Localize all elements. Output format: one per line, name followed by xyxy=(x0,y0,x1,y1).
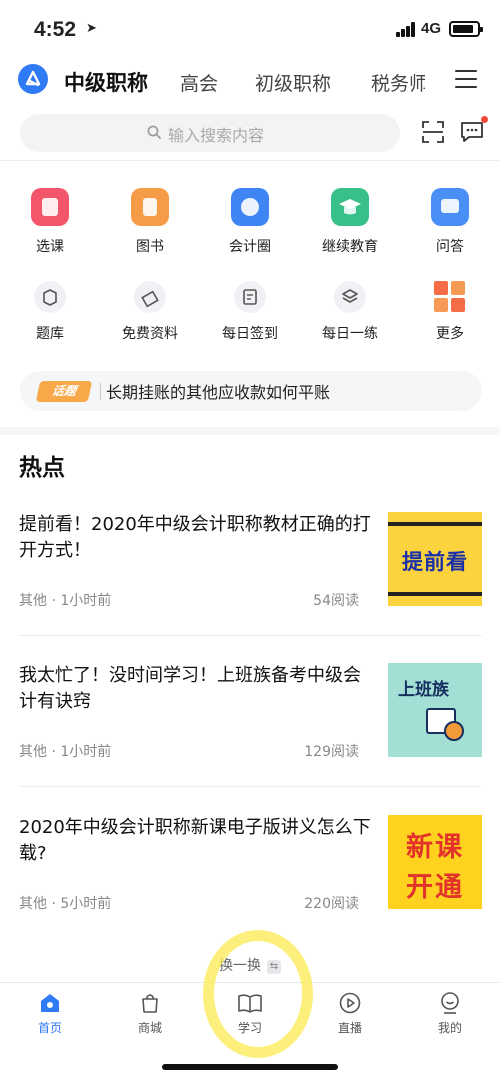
tab-label: 首页 xyxy=(37,1021,62,1035)
category-tab-junior[interactable]: 初级职称 xyxy=(255,69,331,96)
article-reads: 129阅读 xyxy=(304,744,359,760)
graduation-cap-icon xyxy=(331,188,369,226)
thumbnail-text: 开通 xyxy=(406,872,464,903)
home-indicator xyxy=(162,1064,338,1070)
tab-label: 学习 xyxy=(237,1021,262,1035)
app-logo-icon xyxy=(18,64,48,94)
tab-label: 直播 xyxy=(337,1021,362,1035)
question-bank-icon xyxy=(34,281,66,313)
tab-home[interactable]: 首页 xyxy=(0,991,100,1036)
menu-icon[interactable] xyxy=(455,70,479,90)
course-icon xyxy=(31,188,69,226)
grid-label: 每日一练 xyxy=(322,326,378,342)
open-book-icon xyxy=(238,994,262,1013)
network-type: 4G xyxy=(421,20,442,37)
article-title: 提前看！2020年中级会计职称教材正确的打开方式！ xyxy=(19,514,371,561)
thumbnail-text: 上班族 xyxy=(398,680,449,700)
status-time: 4:52 xyxy=(34,18,77,41)
tab-study[interactable]: 学习 xyxy=(200,991,300,1036)
topic-tag: 话题 xyxy=(35,381,93,402)
topic-banner[interactable]: 话题 长期挂账的其他应收款如何平账 xyxy=(20,371,482,411)
category-tab-active[interactable]: 中级职称 xyxy=(64,67,148,97)
article-reads: 54阅读 xyxy=(313,593,359,609)
app-screen: 4:52 ➤ 4G 中级职称 高会 初级职称 税务师 输入搜索内容 选课 图书 … xyxy=(0,0,500,1082)
grid-item-question-bank[interactable]: 题库 xyxy=(0,278,100,343)
grid-label: 更多 xyxy=(436,326,464,342)
grid-label: 每日签到 xyxy=(222,326,278,342)
more-grid-icon xyxy=(434,281,466,313)
grid-item-daily-checkin[interactable]: 每日签到 xyxy=(200,278,300,343)
refresh-label: 换一换 xyxy=(219,958,261,974)
article-item[interactable]: 2020年中级会计职称新课电子版讲义怎么下载? 其他 · 5小时前 220阅读 … xyxy=(0,815,500,965)
grid-item-qa[interactable]: 问答 xyxy=(400,188,500,256)
article-item[interactable]: 我太忙了！没时间学习！上班族备考中级会计有诀窍 其他 · 1小时前 129阅读 … xyxy=(0,663,500,813)
article-thumbnail: 上班族 xyxy=(388,663,482,757)
grid-label: 题库 xyxy=(36,326,64,342)
category-tab-tax[interactable]: 税务师 xyxy=(371,69,425,96)
grid-item-more[interactable]: 更多 xyxy=(400,278,500,343)
article-meta: 其他 · 5小时前 xyxy=(19,896,112,912)
home-icon xyxy=(41,994,59,1012)
section-divider xyxy=(0,427,500,435)
divider xyxy=(19,786,482,787)
grid-label: 图书 xyxy=(136,239,164,255)
divider xyxy=(100,383,101,400)
category-header: 中级职称 高会 初级职称 税务师 xyxy=(0,58,500,106)
tab-store[interactable]: 商城 xyxy=(100,991,200,1036)
search-icon xyxy=(147,125,161,139)
grid-item-free-materials[interactable]: 免费资料 xyxy=(100,278,200,343)
article-thumbnail: 新课 开通 xyxy=(388,815,482,909)
play-icon xyxy=(339,992,361,1014)
divider xyxy=(19,635,482,636)
refresh-icon: ⇆ xyxy=(267,960,281,974)
grid-item-course[interactable]: 选课 xyxy=(0,188,100,256)
book-icon xyxy=(131,188,169,226)
refresh-button[interactable]: 换一换 ⇆ xyxy=(0,955,500,975)
article-meta: 其他 · 1小时前 xyxy=(19,593,112,609)
profile-icon xyxy=(441,992,459,1014)
article-title: 2020年中级会计职称新课电子版讲义怎么下载? xyxy=(19,817,371,864)
divider xyxy=(0,160,500,161)
grid-item-circle[interactable]: 会计圈 xyxy=(200,188,300,256)
tab-profile[interactable]: 我的 xyxy=(400,991,500,1036)
grid-item-books[interactable]: 图书 xyxy=(100,188,200,256)
notification-dot xyxy=(481,116,488,123)
topic-text: 长期挂账的其他应收款如何平账 xyxy=(106,383,331,402)
gift-icon xyxy=(134,281,166,313)
article-thumbnail: 提前看 xyxy=(388,512,482,606)
search-placeholder: 输入搜索内容 xyxy=(168,126,265,145)
section-title: 热点 xyxy=(19,455,65,481)
article-meta: 其他 · 1小时前 xyxy=(19,744,112,760)
thumbnail-text: 新课 xyxy=(406,832,464,863)
layers-icon xyxy=(334,281,366,313)
article-item[interactable]: 提前看！2020年中级会计职称教材正确的打开方式！ 其他 · 1小时前 54阅读… xyxy=(0,512,500,662)
article-reads: 220阅读 xyxy=(304,896,359,912)
location-icon: ➤ xyxy=(86,21,97,36)
article-title: 我太忙了！没时间学习！上班族备考中级会计有诀窍 xyxy=(19,665,361,712)
scan-icon[interactable] xyxy=(422,121,444,143)
tab-live[interactable]: 直播 xyxy=(300,991,400,1036)
grid-label: 问答 xyxy=(436,239,464,255)
tab-label: 我的 xyxy=(437,1021,462,1035)
signal-icon xyxy=(396,22,416,37)
battery-icon xyxy=(449,21,483,37)
grid-label: 选课 xyxy=(36,239,64,255)
message-icon[interactable] xyxy=(460,121,484,143)
tab-label: 商城 xyxy=(137,1021,162,1035)
status-bar: 4:52 ➤ 4G xyxy=(0,0,500,58)
grid-label: 免费资料 xyxy=(122,326,178,342)
community-icon xyxy=(231,188,269,226)
grid-item-daily-practice[interactable]: 每日一练 xyxy=(300,278,400,343)
shopping-bag-icon xyxy=(142,994,158,1013)
category-tab-senior[interactable]: 高会 xyxy=(180,69,218,96)
qa-icon xyxy=(431,188,469,226)
search-input[interactable]: 输入搜索内容 xyxy=(20,114,400,152)
grid-label: 会计圈 xyxy=(229,239,271,255)
grid-item-continuing-education[interactable]: 继续教育 xyxy=(300,188,400,256)
thumbnail-text: 提前看 xyxy=(402,550,468,574)
checkin-icon xyxy=(234,281,266,313)
grid-label: 继续教育 xyxy=(322,239,378,255)
